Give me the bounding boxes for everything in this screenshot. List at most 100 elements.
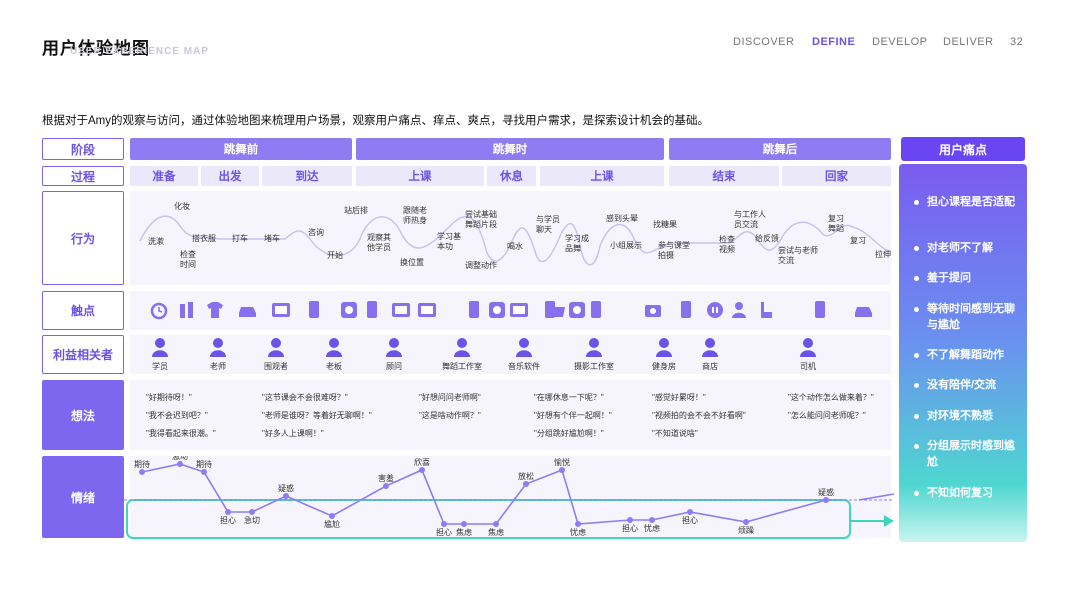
behavior-review-dance: 复习舞蹈 xyxy=(828,214,844,233)
thoughts-band xyxy=(130,380,891,450)
stakeholder-3: 围观者 xyxy=(264,338,288,371)
thought-14: "不知道说啥" xyxy=(652,429,698,438)
pain-point-1: 担心课程是否适配 xyxy=(899,194,1027,210)
stakeholder-label: 商店 xyxy=(702,361,718,371)
row-label-stakeholder: 利益相关者 xyxy=(42,335,124,374)
behavior-learn-basics: 学习基本功 xyxy=(437,232,461,251)
process-finish: 结束 xyxy=(669,166,779,186)
emotion-point xyxy=(383,483,389,489)
behavior-pick-clothes: 搭衣服 xyxy=(192,234,216,243)
stakeholder-10: 商店 xyxy=(702,338,718,371)
nav-develop[interactable]: DEVELOP xyxy=(872,36,927,48)
phone-icon xyxy=(591,301,601,318)
behavior-consult: 咨询 xyxy=(308,228,324,237)
nav-deliver[interactable]: DELIVER xyxy=(943,36,994,48)
stakeholder-icon xyxy=(326,338,342,357)
emotion-label: 期待 xyxy=(196,459,212,469)
touchpoint-icons xyxy=(130,300,891,320)
row-label-process: 过程 xyxy=(42,166,124,186)
emotion-point xyxy=(329,513,335,519)
behavior-dizzy: 感到头晕 xyxy=(606,214,638,223)
emotion-label: 忧虑 xyxy=(570,527,586,537)
alarm-clock-icon xyxy=(150,302,168,320)
behavior-start: 开始 xyxy=(327,251,343,260)
stakeholder-icon xyxy=(454,338,470,357)
behavior-learn-dance: 学习成品舞 xyxy=(565,234,589,253)
phone-icon xyxy=(469,301,479,318)
stakeholder-icon xyxy=(702,338,718,357)
row-label-behavior: 行为 xyxy=(42,191,124,285)
thought-5: "老师是谁呀？等着好无聊啊！" xyxy=(262,411,372,420)
tshirt-icon xyxy=(207,302,223,318)
stakeholder-icon xyxy=(210,338,226,357)
emotion-point xyxy=(419,467,425,473)
thought-8: "这是啥动作啊？" xyxy=(419,411,481,420)
emotion-label: 欣喜 xyxy=(414,457,430,467)
stakeholder-4: 老板 xyxy=(326,338,342,371)
emotion-point xyxy=(687,509,693,515)
behavior-adjust-moves: 调整动作 xyxy=(465,261,497,270)
emotion-label: 期待 xyxy=(134,459,150,469)
behavior-observe-others: 观察其他学员 xyxy=(367,233,391,252)
tablet-icon xyxy=(510,303,528,317)
thought-11: "分组跳好尴尬啊！" xyxy=(534,429,604,438)
stakeholder-icon xyxy=(586,338,602,357)
stakeholder-5: 顾问 xyxy=(386,338,402,371)
tablet-icon xyxy=(392,303,410,317)
intro-text: 根据对于Amy的观察与访问，通过体验地图来梳理用户场景，观察用户痛点、痒点、爽点… xyxy=(42,115,709,127)
emotion-point xyxy=(559,467,565,473)
behavior-group-show: 小组展示 xyxy=(610,241,642,250)
emotion-label: 激动 xyxy=(172,456,188,461)
emotion-point xyxy=(523,481,529,487)
pain-point-7: 对环境不熟悉 xyxy=(899,408,1027,424)
stakeholder-1: 学员 xyxy=(152,338,168,371)
zone-arrow-head xyxy=(884,515,894,527)
behavior-makeup: 化妆 xyxy=(174,202,190,211)
emotion-curve: 期待激动期待担心 急切疑惑尴尬害羞欣喜担心 焦虑 焦虑放松愉悦忧虑 担心 忧虑担心烦躁疑惑 xyxy=(124,456,895,539)
stakeholder-label: 摄影工作室 xyxy=(574,361,614,371)
stakeholder-8: 摄影工作室 xyxy=(574,338,614,371)
stakeholder-label: 围观者 xyxy=(264,362,288,371)
phone-icon xyxy=(681,301,691,318)
behavior-stretch: 拉伸 xyxy=(875,250,891,259)
stakeholder-label: 老板 xyxy=(326,361,342,371)
phone-icon xyxy=(309,301,319,318)
process-prepare: 准备 xyxy=(130,166,198,186)
pain-point-6: 没有陪伴/交流 xyxy=(899,377,1027,393)
emotion-point xyxy=(441,521,447,527)
stakeholder-label: 舞蹈工作室 xyxy=(442,361,482,371)
behavior-wash: 洗漱 xyxy=(148,237,164,246)
stakeholder-6: 舞蹈工作室 xyxy=(442,338,482,371)
thought-15: "这个动作怎么做来着？" xyxy=(788,393,874,402)
car-icon xyxy=(855,307,872,317)
emotion-label: 疑惑 xyxy=(278,483,294,493)
process-arrive: 到达 xyxy=(262,166,352,186)
stakeholder-icon xyxy=(656,338,672,357)
thought-12: "感觉好累呀！" xyxy=(652,393,706,402)
process-class-1: 上课 xyxy=(356,166,484,186)
thought-7: "好想问问老师啊" xyxy=(419,393,481,402)
emotion-label: 放松 xyxy=(518,471,534,481)
thought-4: "这节课会不会很难呀？" xyxy=(262,393,348,402)
emotion-label: 焦虑 xyxy=(456,527,472,537)
process-rest: 休息 xyxy=(487,166,536,186)
behavior-check-time: 检查时间 xyxy=(180,250,196,269)
row-label-stage: 阶段 xyxy=(42,138,124,160)
emotion-label: 烦躁 xyxy=(738,526,754,535)
behavior-taxi: 打车 xyxy=(232,234,248,243)
pain-point-3: 羞于提问 xyxy=(899,270,1027,286)
nav-define[interactable]: DEFINE xyxy=(812,36,855,48)
pain-point-2: 对老师不了解 xyxy=(899,240,1027,256)
thought-13: "视频拍的会不会不好看啊" xyxy=(652,411,746,420)
behavior-stand-back: 站后排 xyxy=(344,206,368,215)
emotion-point xyxy=(139,469,145,475)
nav-discover[interactable]: DISCOVER xyxy=(733,36,794,48)
behavior-chat: 与学员聊天 xyxy=(536,215,560,234)
pain-point-4: 等待时间感到无聊与尴尬 xyxy=(899,301,1027,333)
behavior-class-photo: 参与课堂拍摄 xyxy=(658,241,690,260)
thought-3: "我得看起来很潮。" xyxy=(146,429,216,438)
emotion-label: 担心 xyxy=(622,523,638,533)
phone-icon xyxy=(815,301,825,318)
stakeholder-11: 司机 xyxy=(800,338,816,371)
behavior-follow-warmup: 跟随老师热身 xyxy=(403,206,427,225)
